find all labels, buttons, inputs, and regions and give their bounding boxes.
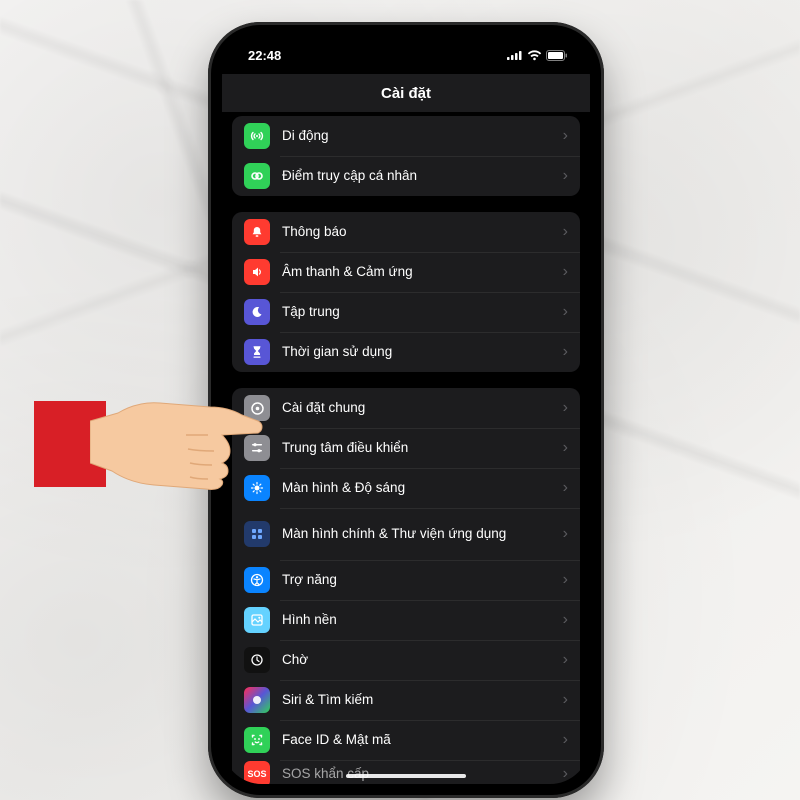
status-icons	[507, 50, 568, 61]
apps-grid-icon	[244, 521, 270, 547]
sos-icon: SOS	[244, 761, 270, 784]
row-display[interactable]: Màn hình & Độ sáng ›	[232, 468, 580, 508]
row-label: Hình nền	[282, 612, 563, 628]
sos-badge-text: SOS	[247, 769, 266, 779]
row-screentime[interactable]: Thời gian sử dụng ›	[232, 332, 580, 372]
gear-icon	[244, 395, 270, 421]
row-sos[interactable]: SOS SOS khẩn cấp ›	[232, 760, 580, 784]
hourglass-icon	[244, 339, 270, 365]
group-connectivity: Di động › Điểm truy cập cá nhân ›	[232, 116, 580, 196]
accessibility-icon	[244, 567, 270, 593]
cellular-icon	[244, 123, 270, 149]
chevron-right-icon: ›	[563, 731, 568, 749]
row-label: Tập trung	[282, 304, 563, 320]
row-label: Màn hình chính & Thư viện ứng dụng	[282, 526, 563, 542]
phone-frame: 22:48 Cài đặt Di động ›	[208, 22, 604, 798]
row-sounds[interactable]: Âm thanh & Cảm ứng ›	[232, 252, 580, 292]
chevron-right-icon: ›	[563, 479, 568, 497]
row-faceid[interactable]: Face ID & Mật mã ›	[232, 720, 580, 760]
standby-clock-icon	[244, 647, 270, 673]
row-notifications[interactable]: Thông báo ›	[232, 212, 580, 252]
row-homescreen[interactable]: Màn hình chính & Thư viện ứng dụng ›	[232, 508, 580, 560]
cellular-signal-icon	[507, 50, 523, 60]
group-general: Cài đặt chung › Trung tâm điều khiển › M…	[232, 388, 580, 784]
row-label: Chờ	[282, 652, 563, 668]
page-title: Cài đặt	[381, 85, 431, 102]
row-label: Trợ năng	[282, 572, 563, 588]
chevron-right-icon: ›	[563, 439, 568, 457]
status-time: 22:48	[248, 48, 281, 63]
wallpaper-icon	[244, 607, 270, 633]
chevron-right-icon: ›	[563, 765, 568, 783]
chevron-right-icon: ›	[563, 167, 568, 185]
row-control-center[interactable]: Trung tâm điều khiển ›	[232, 428, 580, 468]
row-label: Trung tâm điều khiển	[282, 440, 563, 456]
settings-scroll[interactable]: Di động › Điểm truy cập cá nhân ›	[222, 112, 590, 784]
chevron-right-icon: ›	[563, 691, 568, 709]
group-notifications: Thông báo › Âm thanh & Cảm ứng › Tập tru…	[232, 212, 580, 372]
wifi-icon	[527, 50, 542, 61]
siri-icon	[244, 687, 270, 713]
chevron-right-icon: ›	[563, 127, 568, 145]
row-siri[interactable]: Siri & Tìm kiếm ›	[232, 680, 580, 720]
row-label: Di động	[282, 128, 563, 144]
chevron-right-icon: ›	[563, 611, 568, 629]
row-wallpaper[interactable]: Hình nền ›	[232, 600, 580, 640]
bell-icon	[244, 219, 270, 245]
row-label: Điểm truy cập cá nhân	[282, 168, 563, 184]
row-label: Âm thanh & Cảm ứng	[282, 264, 563, 280]
faceid-icon	[244, 727, 270, 753]
chevron-right-icon: ›	[563, 399, 568, 417]
navbar: Cài đặt	[222, 74, 590, 112]
row-accessibility[interactable]: Trợ năng ›	[232, 560, 580, 600]
hotspot-icon	[244, 163, 270, 189]
chevron-right-icon: ›	[563, 571, 568, 589]
speaker-icon	[244, 259, 270, 285]
chevron-right-icon: ›	[563, 263, 568, 281]
battery-icon	[546, 50, 568, 61]
row-hotspot[interactable]: Điểm truy cập cá nhân ›	[232, 156, 580, 196]
row-label: Thời gian sử dụng	[282, 344, 563, 360]
row-label: Siri & Tìm kiếm	[282, 692, 563, 708]
row-general-settings[interactable]: Cài đặt chung ›	[232, 388, 580, 428]
chevron-right-icon: ›	[563, 651, 568, 669]
brightness-icon	[244, 475, 270, 501]
moon-icon	[244, 299, 270, 325]
row-label: Face ID & Mật mã	[282, 732, 563, 748]
chevron-right-icon: ›	[563, 343, 568, 361]
row-label: Cài đặt chung	[282, 400, 563, 416]
row-standby[interactable]: Chờ ›	[232, 640, 580, 680]
chevron-right-icon: ›	[563, 525, 568, 543]
sliders-icon	[244, 435, 270, 461]
phone-screen: 22:48 Cài đặt Di động ›	[222, 36, 590, 784]
home-indicator[interactable]	[346, 774, 466, 778]
phone-notch	[321, 36, 491, 62]
row-label: Màn hình & Độ sáng	[282, 480, 563, 496]
row-focus[interactable]: Tập trung ›	[232, 292, 580, 332]
chevron-right-icon: ›	[563, 303, 568, 321]
row-cellular[interactable]: Di động ›	[232, 116, 580, 156]
chevron-right-icon: ›	[563, 223, 568, 241]
row-label: Thông báo	[282, 224, 563, 240]
